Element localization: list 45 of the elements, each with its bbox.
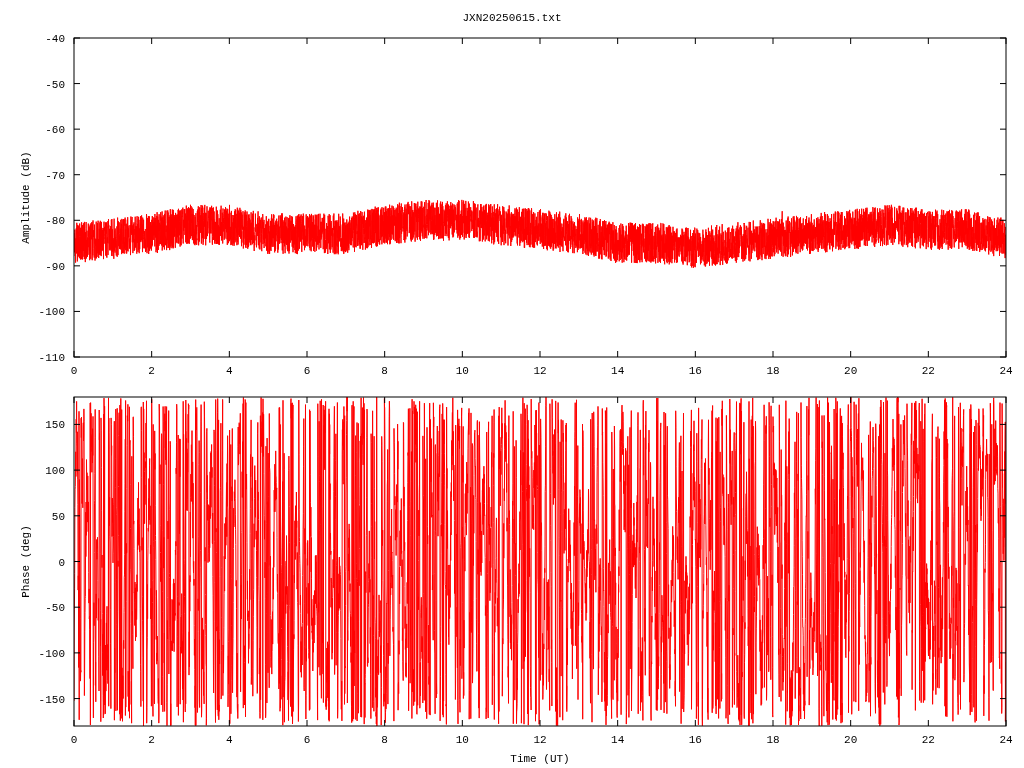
- chart-title: JXN20250615.txt: [462, 11, 562, 25]
- x-tick-label: 14: [611, 365, 625, 377]
- x-tick-label: 10: [455, 365, 469, 377]
- y-axis-title: Phase (deg): [20, 525, 32, 598]
- x-tick-label: 8: [381, 365, 388, 377]
- y-tick-label: -40: [45, 33, 65, 45]
- x-tick-label: 16: [688, 734, 702, 746]
- x-tick-label: 6: [303, 365, 311, 377]
- x-tick-label: 20: [844, 365, 858, 377]
- y-tick-label: 100: [45, 465, 65, 478]
- x-tick-label: 8: [381, 734, 388, 746]
- y-tick-label: -60: [45, 124, 65, 137]
- y-tick-label: -150: [38, 693, 65, 706]
- x-tick-label: 6: [303, 734, 311, 746]
- y-tick-label: -110: [38, 352, 65, 364]
- y-tick-label: -70: [45, 169, 65, 182]
- y-tick-label: -50: [45, 602, 65, 615]
- x-tick-label: 18: [766, 734, 780, 746]
- y-tick-label: 50: [51, 510, 65, 523]
- x-tick-label: 24: [999, 734, 1013, 746]
- x-tick-label: 22: [921, 365, 935, 377]
- x-axis-title: Time (UT): [510, 753, 570, 765]
- y-tick-label: -100: [38, 306, 65, 319]
- x-tick-label: 12: [533, 365, 547, 377]
- x-tick-label: 4: [226, 734, 233, 746]
- x-tick-label: 2: [148, 734, 155, 746]
- y-tick-label: 150: [45, 419, 65, 432]
- y-tick-label: -80: [45, 215, 65, 228]
- y-axis-title: Amplitude (dB): [20, 151, 32, 244]
- x-tick-label: 24: [999, 365, 1013, 377]
- x-tick-label: 18: [766, 365, 780, 377]
- x-tick-label: 12: [533, 734, 547, 746]
- x-tick-label: 16: [688, 365, 702, 377]
- y-tick-label: -90: [45, 260, 65, 273]
- x-tick-label: 20: [844, 734, 858, 746]
- x-tick-label: 4: [226, 365, 233, 377]
- x-tick-label: 0: [70, 365, 78, 377]
- y-tick-label: 0: [58, 556, 65, 569]
- y-tick-label: -100: [38, 647, 65, 660]
- x-tick-label: 22: [921, 734, 935, 746]
- x-tick-label: 0: [70, 734, 78, 746]
- x-tick-label: 14: [611, 734, 625, 746]
- x-tick-label: 10: [455, 734, 469, 746]
- x-tick-label: 2: [148, 365, 155, 377]
- y-tick-label: -50: [45, 78, 65, 91]
